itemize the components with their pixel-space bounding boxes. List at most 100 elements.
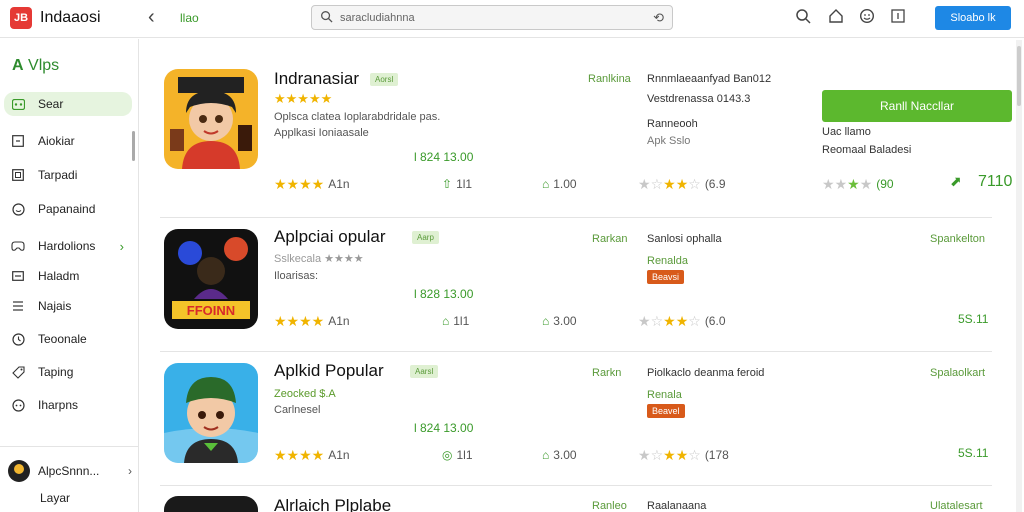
ranking-label: Ranleo (592, 500, 627, 512)
main-scrollbar[interactable] (1016, 40, 1022, 512)
trend-stat: ⬈ (950, 172, 962, 190)
app-title[interactable]: Alrlaich Plplabe (274, 496, 391, 512)
app-title[interactable]: Indranasiar (274, 69, 359, 89)
app-subtitle: Carlnesel (274, 404, 321, 416)
apps-logo-icon: A (12, 57, 24, 74)
app-title[interactable]: Aplkid Popular (274, 361, 384, 381)
app-card[interactable]: Aplkid Popular Aarsl Zeocked $.A Carlnes… (160, 352, 992, 486)
sidebar-scrollbar[interactable] (132, 131, 135, 161)
detail-text: Sanlosi ophalla (647, 233, 722, 245)
detail-text: Piolkaclo deanma feroid (647, 367, 765, 379)
size-stat: ⌂ 3.00 (542, 448, 577, 462)
circle-icon (10, 201, 26, 217)
sidebar-item-taping[interactable]: Taping (4, 360, 132, 384)
sidebar-item-papanaind[interactable]: Papanaind (4, 197, 132, 221)
sidebar-item-tarpadi[interactable]: Tarpadi (4, 163, 132, 187)
app-thumbnail[interactable] (164, 496, 258, 512)
sidebar-item-najais[interactable]: Najais (4, 294, 132, 318)
rating-row: ★★★★ A1n (274, 312, 350, 329)
search-input[interactable] (340, 10, 640, 26)
right-rating: ★ ★ ★ ★ (90 (822, 175, 894, 192)
svg-text:FFOINN: FFOINN (187, 303, 235, 318)
rating-row: ★★★★ A1n (274, 446, 350, 463)
downloads-stat: ◎ 1l1 (442, 448, 473, 462)
sidebar: A Vlps Sear Aiokiar Tarpadi Papanaind Ha… (0, 39, 139, 512)
app-list: Indranasiar Aorsl ★★★★★ Oplsca clatea Io… (140, 39, 1012, 512)
sidebar-item-iharpns[interactable]: Iharpns (4, 393, 132, 417)
avatar (8, 460, 30, 482)
sign-in-button[interactable]: Sloabo lk (935, 6, 1011, 30)
home-icon: ⌂ (542, 314, 550, 328)
detail-text: Uac llamo (822, 126, 871, 138)
chevron-right-icon: › (119, 238, 124, 254)
share-icon: ◎ (442, 448, 453, 462)
search-icon (321, 11, 333, 23)
price: l 828 13.00 (414, 287, 474, 301)
rating-row: ★★★★ A1n (274, 175, 350, 192)
sidebar-item-teoonale[interactable]: Teoonale (4, 327, 132, 351)
search-icon[interactable] (794, 8, 812, 26)
home-icon[interactable] (827, 8, 845, 26)
app-thumbnail[interactable]: FFOINN (164, 229, 258, 329)
install-button[interactable]: Ranll Naccllar (822, 90, 1012, 122)
app-card[interactable]: FFOINN Aplpciai opular Aarp Sslkecala ★★… (160, 218, 992, 352)
share-icon: ⇧ (442, 177, 453, 191)
breadcrumb[interactable]: llao (180, 11, 199, 25)
grid-icon (10, 96, 26, 112)
user-account[interactable]: AlpcSnnn... › (8, 459, 132, 483)
category-tag: Aarp (412, 231, 439, 244)
value-text: 5S.11 (958, 312, 989, 326)
back-arrow-icon[interactable]: ‹ (148, 6, 155, 29)
status-badge: Beavel (647, 404, 685, 418)
box-icon (10, 167, 26, 183)
layer-link[interactable]: Layar (40, 491, 70, 505)
smiley-icon[interactable] (858, 8, 876, 26)
app-icon-image (164, 69, 258, 169)
detail-label: Ulatalesart (930, 500, 983, 512)
bookmark-icon[interactable] (889, 8, 907, 26)
mid-rating: ★ ☆ ★ ★ ☆ (6.9 (638, 175, 726, 192)
search-options-icon[interactable]: ⟲ (653, 10, 664, 26)
app-icon-image: FFOINN (164, 229, 258, 329)
gamepad-icon (10, 238, 26, 254)
sidebar-item-haladm[interactable]: Haladm (4, 264, 132, 288)
size-stat: ⌂ 1.00 (542, 177, 577, 191)
version-text: Vestdrenassa 0143.3 (647, 93, 751, 105)
ranking-label: Ranlkina (588, 73, 631, 85)
rating-stars: ★★★★★ (274, 91, 333, 106)
detail-text: Apk Sslo (647, 135, 691, 147)
sidebar-header: A Vlps (12, 57, 60, 74)
chevron-down-icon: › (128, 464, 132, 478)
app-thumbnail[interactable] (164, 363, 258, 463)
app-subtitle: Applkasi Ioniaasale (274, 127, 369, 139)
sidebar-item-aiokiar[interactable]: Aiokiar (4, 129, 132, 153)
share-icon: ⌂ (442, 314, 450, 328)
ranking-label: Rarkn (592, 367, 622, 379)
detail-label: Spankelton (930, 233, 986, 245)
size-stat: ⌂ 3.00 (542, 314, 577, 328)
category-tag: Aarsl (410, 365, 439, 378)
app-title[interactable]: Aplpciai opular (274, 227, 386, 247)
price: l 824 13.00 (414, 421, 474, 435)
mid-rating: ★ ☆ ★ ★ ☆ (6.0 (638, 312, 726, 329)
clock-icon (10, 331, 26, 347)
app-card[interactable]: Alrlaich Plplabe Ranleo Raalanaana Ulata… (160, 486, 992, 512)
sidebar-item-hardolions[interactable]: Hardolions › (4, 234, 132, 258)
app-card[interactable]: Indranasiar Aorsl ★★★★★ Oplsca clatea Io… (160, 60, 1012, 218)
detail-text: Ranneooh (647, 118, 698, 130)
ranking-label: Rarkan (592, 233, 628, 245)
top-bar: JB Indaaosi ‹ llao ⟲ Sloabo lk (0, 0, 1024, 38)
tag-icon (10, 364, 26, 380)
category-tag: Aorsl (370, 73, 399, 86)
sidebar-divider (0, 446, 139, 447)
search-bar[interactable]: ⟲ (311, 5, 673, 30)
list-icon (10, 298, 26, 314)
app-thumbnail[interactable] (164, 69, 258, 169)
sidebar-item-sear[interactable]: Sear (4, 92, 132, 116)
dots-circle-icon (10, 397, 26, 413)
app-logo-icon[interactable]: JB (10, 7, 32, 29)
app-description: Oplsca clatea Ioplarabdridale pas. (274, 111, 441, 123)
app-icon-image (164, 496, 258, 512)
detail-label: Spalaolkart (930, 367, 986, 379)
detail-text: Reomaal Baladesi (822, 144, 912, 156)
